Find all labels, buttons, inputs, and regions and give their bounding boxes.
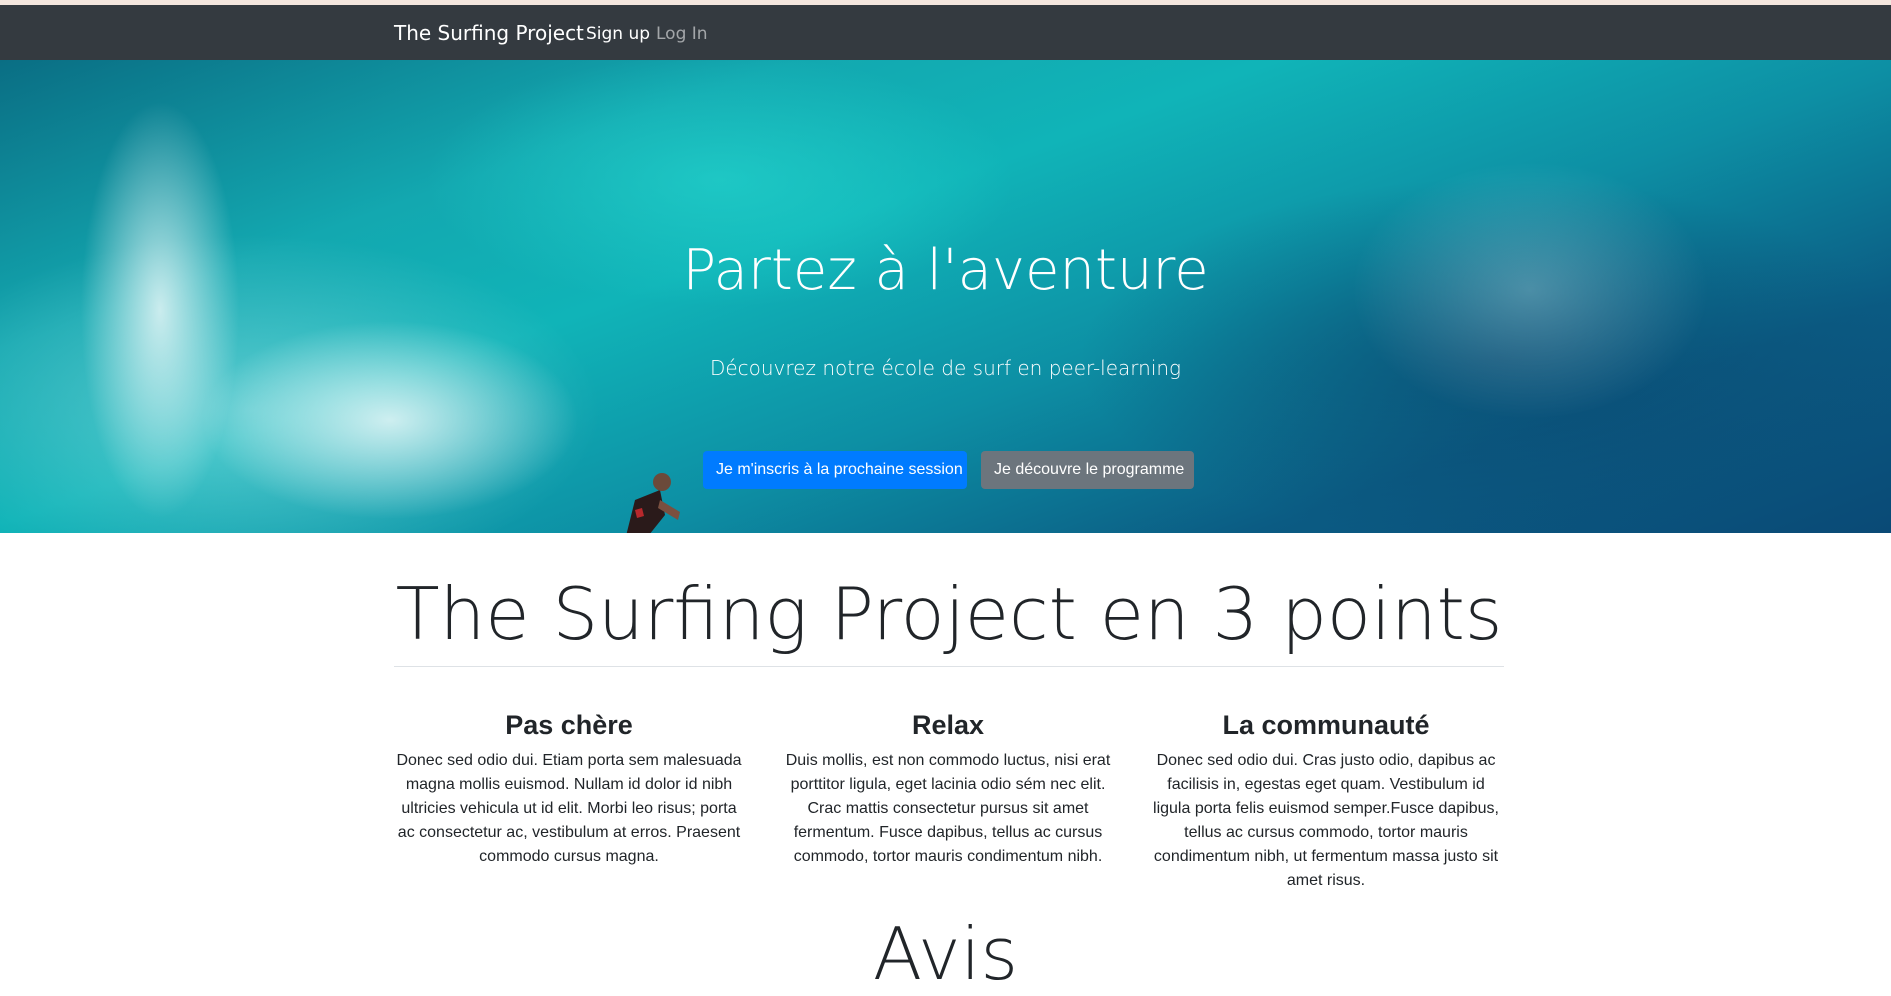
point-text: Donec sed odio dui. Cras justo odio, dap… [1153,752,1499,889]
wave-spray-decoration [200,320,580,520]
navbar-brand[interactable]: The Surfing Project [394,21,584,45]
hero-subtitle: Découvrez notre école de surf en peer-le… [709,356,1182,380]
point-column-1: Pas chère Donec sed odio dui. Etiam port… [394,710,744,869]
point-text: Duis mollis, est non commodo luctus, nis… [785,752,1111,865]
point-column-3: La communauté Donec sed odio dui. Cras j… [1151,710,1501,893]
point-heading: Pas chère [505,710,633,740]
discover-program-button[interactable]: Je découvre le programme [981,451,1194,489]
reviews-section-title: Avis [872,912,1019,996]
surfer-illustration [626,473,680,533]
nav-link-sign-up[interactable]: Sign up [586,24,650,44]
point-column-2: Relax Duis mollis, est non commodo luctu… [773,710,1123,869]
points-section-title: The Surfing Project en 3 points [395,572,1503,656]
section-divider [394,666,1504,667]
point-heading: La communauté [1222,710,1430,740]
point-text: Donec sed odio dui. Etiam porta sem male… [396,752,742,865]
signup-session-button[interactable]: Je m'inscris à la prochaine session [703,451,967,489]
point-heading: Relax [911,710,985,740]
hero-banner: Partez à l'aventure Découvrez notre écol… [0,60,1891,533]
navbar: The Surfing Project Sign up Log In [0,5,1891,60]
nav-link-log-in[interactable]: Log In [656,24,708,44]
hero-title: Partez à l'aventure [682,238,1209,303]
